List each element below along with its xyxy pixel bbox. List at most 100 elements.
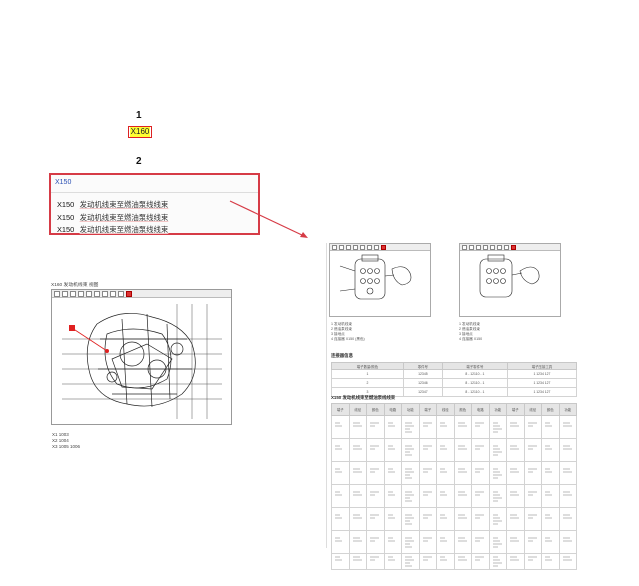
zoom-in-icon[interactable] xyxy=(462,245,467,250)
table-cell xyxy=(506,415,525,439)
table-cell xyxy=(453,461,472,485)
next-icon[interactable] xyxy=(102,291,108,297)
cell-text-placeholder xyxy=(387,537,395,541)
table-cell xyxy=(401,484,420,508)
cell-text-placeholder xyxy=(352,445,362,449)
table-cell xyxy=(436,415,455,439)
search-result-item[interactable]: X150 发动机线束至燃油泵线线束 xyxy=(51,212,258,225)
cell-text-placeholder xyxy=(440,514,448,518)
cell-text-placeholder xyxy=(510,537,520,541)
cell-text-placeholder xyxy=(335,445,343,449)
table-cell xyxy=(401,530,420,554)
print-icon[interactable] xyxy=(490,245,495,250)
close-icon[interactable] xyxy=(381,245,386,250)
table-cell xyxy=(471,461,490,485)
table-header: 颜色 xyxy=(366,403,385,416)
fit-icon[interactable] xyxy=(346,245,351,250)
cell-text-placeholder xyxy=(405,556,415,567)
layer-icon[interactable] xyxy=(110,291,116,297)
table-header: 端子 xyxy=(331,403,350,416)
left-viewer-title: X160 发动机线束 视图 xyxy=(51,283,99,288)
table-cell: 12346 xyxy=(402,378,443,388)
table-cell xyxy=(366,507,385,531)
table-cell xyxy=(541,553,560,570)
table-cell xyxy=(383,507,402,531)
zoom-in-icon[interactable] xyxy=(54,291,60,297)
table-cell xyxy=(523,553,542,570)
cell-text-placeholder xyxy=(387,556,395,561)
engine-wiring-diagram[interactable] xyxy=(52,299,231,424)
fit-icon[interactable] xyxy=(476,245,481,250)
close-icon[interactable] xyxy=(511,245,516,250)
table-cell xyxy=(331,415,350,439)
table-header: 电路 xyxy=(471,403,490,416)
print-icon[interactable] xyxy=(86,291,92,297)
table-cell xyxy=(348,553,367,570)
cell-text-placeholder xyxy=(510,514,520,518)
table-cell xyxy=(436,507,455,531)
table-cell xyxy=(488,438,507,462)
table-cell xyxy=(383,484,402,508)
zoom-out-icon[interactable] xyxy=(469,245,474,250)
table-cell xyxy=(418,507,437,531)
cell-text-placeholder xyxy=(370,468,380,472)
table-cell xyxy=(436,553,455,570)
table-cell xyxy=(366,461,385,485)
cell-text-placeholder xyxy=(475,445,485,449)
search-result-item[interactable]: X150 发动机线束至燃油泵线线束 xyxy=(51,224,258,237)
prev-icon[interactable] xyxy=(367,245,372,250)
table-cell xyxy=(506,553,525,570)
zoom-in-icon[interactable] xyxy=(332,245,337,250)
table-cell xyxy=(523,507,542,531)
zoom-out-icon[interactable] xyxy=(62,291,68,297)
cell-text-placeholder xyxy=(475,514,485,518)
result-description: 发动机线束至燃油泵线线束 xyxy=(79,225,169,234)
table-cell xyxy=(348,530,367,554)
cell-text-placeholder xyxy=(440,468,448,472)
step-number-1: 1 xyxy=(136,110,142,121)
search-input[interactable]: X150 xyxy=(51,175,258,193)
table-cell xyxy=(471,553,490,570)
cell-text-placeholder xyxy=(422,491,432,495)
table-cell xyxy=(418,415,437,439)
info-icon[interactable] xyxy=(118,291,124,297)
table-cell xyxy=(383,461,402,485)
table-cell xyxy=(331,530,350,554)
connector-face-diagram[interactable] xyxy=(460,251,560,315)
next-icon[interactable] xyxy=(374,245,379,250)
table-row xyxy=(331,461,577,485)
cell-text-placeholder xyxy=(562,514,572,518)
prev-icon[interactable] xyxy=(497,245,502,250)
result-code: X150 xyxy=(57,225,75,234)
cell-text-placeholder xyxy=(457,468,467,472)
connector-face-diagram[interactable] xyxy=(330,251,430,315)
pan-icon[interactable] xyxy=(483,245,488,250)
pan-icon[interactable] xyxy=(78,291,84,297)
cell-text-placeholder xyxy=(545,445,553,449)
next-icon[interactable] xyxy=(504,245,509,250)
table-cell xyxy=(558,530,577,554)
cell-text-placeholder xyxy=(352,514,362,518)
cell-text-placeholder xyxy=(457,556,467,561)
connector-code-field[interactable]: X160 xyxy=(128,126,152,138)
table-cell xyxy=(523,530,542,554)
connector-document: 1 发动机线束 2 燃油泵线束 3 接地点 4 连接器 X150 (黑色) 1 … xyxy=(326,243,578,570)
close-icon[interactable] xyxy=(126,291,132,297)
table-cell xyxy=(506,438,525,462)
table-cell xyxy=(453,530,472,554)
step-number-2: 2 xyxy=(136,156,142,167)
pan-icon[interactable] xyxy=(353,245,358,250)
connector-view-left xyxy=(329,243,431,317)
print-icon[interactable] xyxy=(360,245,365,250)
table2-title: X150 发动机线束至燃油泵线线束 xyxy=(331,395,396,400)
search-result-item[interactable]: X150 发动机线束至燃油泵线线束 xyxy=(51,199,258,212)
arrow-icon xyxy=(229,200,308,238)
cell-text-placeholder xyxy=(527,468,537,472)
table-header: 功能 xyxy=(401,403,420,416)
table-cell xyxy=(331,484,350,508)
table-cell xyxy=(418,530,437,554)
prev-icon[interactable] xyxy=(94,291,100,297)
table-cell xyxy=(541,415,560,439)
fit-icon[interactable] xyxy=(70,291,76,297)
zoom-out-icon[interactable] xyxy=(339,245,344,250)
